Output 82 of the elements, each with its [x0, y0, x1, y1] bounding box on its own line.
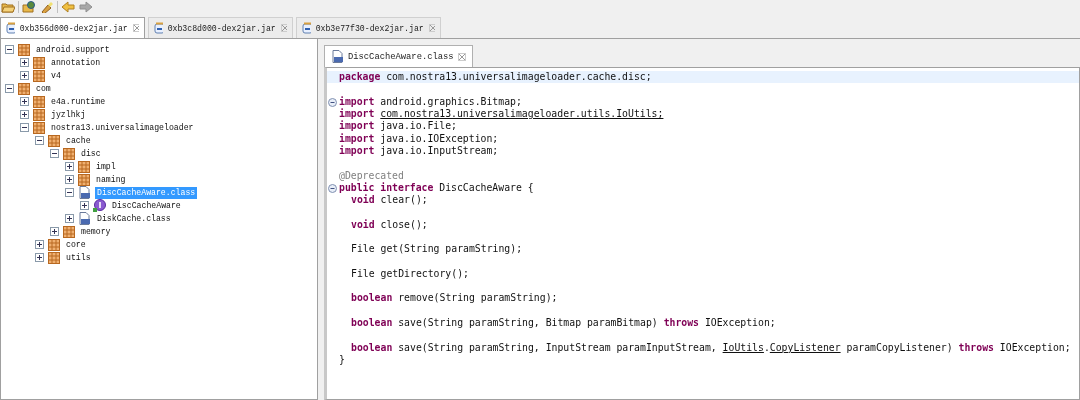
tree-item[interactable]: cache [64, 134, 93, 147]
expand-icon[interactable] [20, 71, 29, 80]
package-icon [33, 95, 45, 108]
fold-icon[interactable] [328, 97, 337, 107]
tree-item[interactable]: naming [94, 173, 128, 186]
collapse-icon[interactable] [65, 188, 74, 197]
tree-item[interactable]: DiscCacheAware [110, 199, 183, 212]
tree-item[interactable]: core [64, 238, 88, 251]
file-tab[interactable]: 0xb356d000-dex2jar.jar [0, 17, 145, 38]
tree-item[interactable]: disc [79, 147, 103, 160]
jar-icon [154, 22, 163, 34]
jar-icon [6, 22, 15, 34]
tree-item[interactable]: annotation [49, 56, 103, 69]
expand-icon[interactable] [35, 253, 44, 262]
code-line: void close(); [351, 218, 428, 231]
expand-icon[interactable] [20, 58, 29, 67]
collapse-icon[interactable] [20, 123, 29, 132]
expand-icon[interactable] [65, 214, 74, 223]
tree-item[interactable]: jyzlhkj [49, 108, 88, 121]
code-line: boolean save(String paramString, Bitmap paramBitmap) throws IOException; [351, 317, 776, 330]
tree-item[interactable]: nostra13.universalimageloader [49, 121, 196, 134]
package-icon [48, 238, 60, 251]
package-icon [63, 225, 75, 238]
package-icon [33, 108, 45, 121]
code-line: File getDirectory(); [351, 267, 469, 280]
package-icon [33, 121, 45, 134]
folder-globe-icon[interactable] [21, 0, 37, 14]
tree-item[interactable]: v4 [49, 69, 63, 82]
code-line: public interface DiscCacheAware { [339, 181, 534, 194]
close-icon[interactable] [457, 52, 466, 61]
tree-item[interactable]: e4a.runtime [49, 95, 108, 108]
editor-tab[interactable]: DiscCacheAware.class [324, 45, 473, 67]
package-icon [63, 147, 75, 160]
package-icon [18, 82, 30, 95]
fold-icon[interactable] [328, 183, 337, 193]
package-icon [33, 56, 45, 69]
package-icon [33, 69, 45, 82]
class-file-icon [331, 50, 344, 63]
package-icon [48, 134, 60, 147]
code-line: import com.nostra13.universalimageloader.utils.IoUtils; [339, 108, 664, 121]
collapse-icon[interactable] [50, 149, 59, 158]
code-line: package com.nostra13.universalimageloader.cache.disc; [339, 71, 652, 84]
code-line: import java.io.InputStream; [339, 144, 499, 157]
expand-icon[interactable] [35, 240, 44, 249]
file-tab[interactable]: 0xb3c8d000-dex2jar.jar [148, 17, 293, 38]
code-line: } [339, 353, 345, 366]
package-icon [18, 43, 30, 56]
tree-item[interactable]: utils [64, 251, 93, 264]
expand-icon[interactable] [80, 201, 89, 210]
code-line: @Deprecated [339, 169, 404, 182]
tree-item[interactable]: com [34, 82, 53, 95]
close-icon[interactable] [132, 24, 139, 32]
collapse-icon[interactable] [5, 45, 14, 54]
back-arrow-icon[interactable] [60, 0, 76, 14]
tree-item[interactable]: DiskCache.class [95, 212, 173, 225]
code-line: import android.graphics.Bitmap; [339, 95, 522, 108]
file-tab[interactable]: 0xb3e77f30-dex2jar.jar [296, 17, 441, 38]
package-icon [78, 160, 90, 173]
expand-icon[interactable] [20, 97, 29, 106]
package-icon [78, 173, 90, 186]
package-icon [48, 251, 60, 264]
expand-icon[interactable] [50, 227, 59, 236]
expand-icon[interactable] [65, 175, 74, 184]
expand-icon[interactable] [20, 110, 29, 119]
class-file-icon [78, 212, 91, 225]
expand-icon[interactable] [65, 162, 74, 171]
interface-icon [93, 199, 106, 212]
flashlight-icon[interactable] [39, 0, 55, 14]
tree-item[interactable]: android.support [34, 43, 112, 56]
code-line: File get(String paramString); [351, 243, 523, 256]
code-line: boolean remove(String paramString); [351, 292, 558, 305]
jar-icon [302, 22, 311, 34]
open-folder-icon[interactable] [0, 0, 16, 14]
collapse-icon[interactable] [5, 84, 14, 93]
code-line: void clear(); [351, 194, 428, 207]
tree-item[interactable]: memory [79, 225, 113, 238]
code-line: import java.io.IOException; [339, 132, 499, 145]
collapse-icon[interactable] [35, 136, 44, 145]
class-file-icon [78, 186, 91, 199]
code-line: boolean save(String paramString, InputStream paramInputStream, IoUtils.CopyListener paramCopyListener) throws IOException; [351, 341, 1071, 354]
code-line: import java.io.File; [339, 120, 457, 133]
tree-item[interactable]: impl [94, 160, 118, 173]
